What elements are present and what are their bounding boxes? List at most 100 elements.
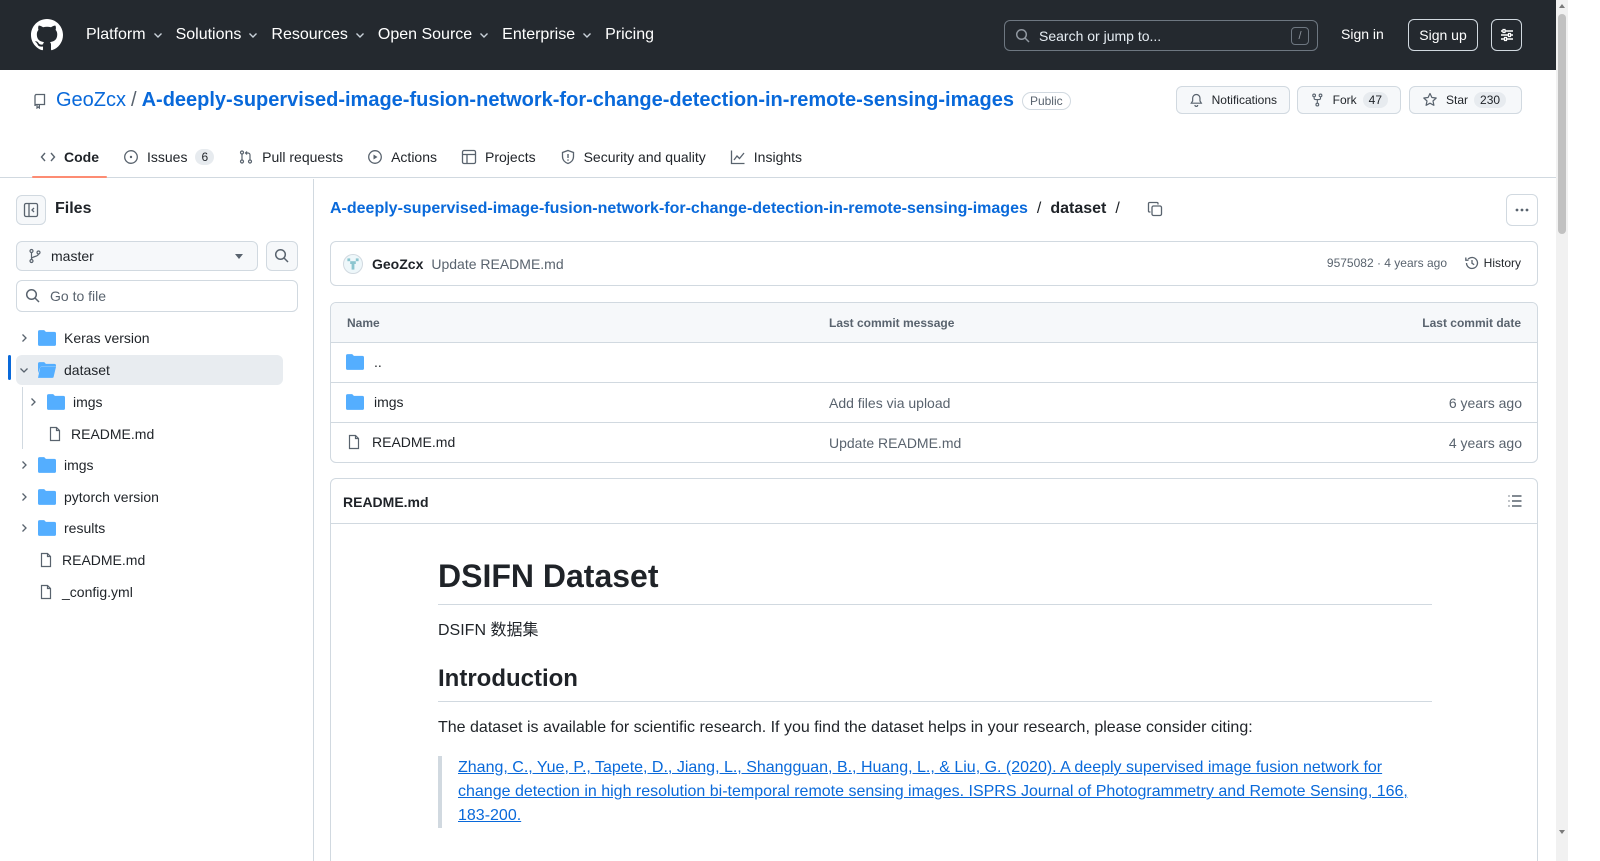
nav-label: Resources [271,26,348,43]
folder-icon [38,330,56,346]
tab-security[interactable]: Security and quality [552,136,714,178]
commit-hash-and-age[interactable]: 9575082 · 4 years ago [1327,256,1447,270]
github-logo-icon[interactable] [31,19,63,51]
row-name-link[interactable]: .. [374,354,382,370]
chevron-down-icon [249,33,258,38]
fork-button[interactable]: Fork 47 [1297,86,1401,114]
breadcrumb-repo-link[interactable]: A-deeply-supervised-image-fusion-network… [330,200,1028,218]
pull-request-icon [240,150,253,164]
tab-label: Actions [391,149,438,165]
search-files-button[interactable] [266,241,298,271]
commit-message-link[interactable]: Update README.md [431,256,563,272]
notifications-label: Notifications [1211,93,1277,107]
scrollbar-thumb[interactable] [1558,14,1566,234]
identicon-icon [347,257,359,270]
row-commit-message[interactable]: Add files via upload [829,395,950,411]
tab-label: Security and quality [583,149,706,165]
search-icon [274,248,289,263]
nav-platform[interactable]: Platform [86,26,164,44]
star-label: Star [1446,93,1469,107]
tab-label: Projects [485,149,536,165]
row-name-link[interactable]: imgs [374,394,404,410]
chevron-right-icon [22,524,27,532]
repo-owner-link[interactable]: GeoZcx [56,89,126,112]
bell-icon [1190,93,1203,107]
tree-item-label: _config.yml [62,584,133,600]
repo-name-link[interactable]: A-deeply-supervised-image-fusion-network… [142,89,1014,112]
global-search-input[interactable]: Search or jump to... / [1004,20,1318,51]
more-options-button[interactable] [1506,194,1538,226]
tree-item-readme[interactable]: README.md [38,545,283,575]
tree-item-results[interactable]: results [16,513,283,543]
tree-item-keras-version[interactable]: Keras version [16,323,283,353]
tree-item-dataset-readme[interactable]: README.md [47,419,283,449]
fork-count: 47 [1362,92,1388,108]
tree-item-config[interactable]: _config.yml [38,577,283,607]
collapse-sidebar-button[interactable] [16,195,46,225]
copy-path-icon[interactable] [1147,201,1163,217]
chevron-down-icon [355,33,364,38]
table-row[interactable]: imgs Add files via upload 6 years ago [331,383,1537,423]
tree-item-label: results [64,520,106,536]
readme-paragraph: DSIFN 数据集 [438,622,539,639]
row-commit-message[interactable]: Update README.md [829,435,961,451]
tab-label: Issues [147,149,188,165]
table-header: Name Last commit message Last commit dat… [331,303,1537,343]
avatar[interactable] [343,253,363,274]
tab-pull-requests[interactable]: Pull requests [230,136,351,178]
table-row-parent[interactable]: .. [331,343,1537,383]
outline-list-icon[interactable] [1507,493,1523,509]
tree-item-dataset[interactable]: dataset [16,355,283,385]
readme-content: DSIFN Dataset DSIFN 数据集 Introduction The… [438,539,1432,828]
tree-item-label: imgs [64,457,94,473]
row-name-link[interactable]: README.md [372,434,455,450]
nav-enterprise[interactable]: Enterprise [502,26,593,44]
nav-label: Pricing [605,26,654,43]
chevron-right-icon [22,461,27,469]
graph-icon [730,150,745,165]
nav-label: Enterprise [502,26,576,43]
sign-up-button[interactable]: Sign up [1408,19,1478,51]
history-label: History [1483,256,1521,270]
tree-item-imgs[interactable]: imgs [16,450,283,480]
tree-item-label: Keras version [64,330,150,346]
sign-in-link[interactable]: Sign in [1341,26,1384,42]
site-menu-button[interactable] [1491,19,1522,51]
branch-selector[interactable]: master [16,241,258,271]
nav-resources[interactable]: Resources [271,26,365,44]
global-header: Platform Solutions Resources Open Source… [0,0,1568,70]
scroll-down-arrow-icon[interactable] [1559,830,1565,834]
tab-label: Pull requests [262,149,344,165]
commit-author-link[interactable]: GeoZcx [372,256,423,272]
visibility-badge: Public [1021,91,1071,110]
file-icon [348,434,360,450]
notifications-button[interactable]: Notifications [1176,86,1290,114]
file-icon [40,584,52,600]
citation-link[interactable]: Zhang, C., Yue, P., Tapete, D., Jiang, L… [458,759,1408,824]
nav-solutions[interactable]: Solutions [176,26,260,44]
fork-label: Fork [1332,93,1357,107]
tab-insights[interactable]: Insights [722,136,810,178]
tab-code[interactable]: Code [32,136,107,178]
history-button[interactable]: History [1464,255,1521,271]
star-button[interactable]: Star 230 [1409,86,1522,114]
tree-item-pytorch-version[interactable]: pytorch version [16,482,283,512]
tab-label: Code [64,149,99,165]
tab-projects[interactable]: Projects [453,136,544,178]
file-icon [49,426,61,442]
table-icon [461,149,477,165]
selected-item-indicator [8,355,11,380]
tab-actions[interactable]: Actions [359,136,445,178]
go-to-file-input[interactable]: Go to file [16,280,298,312]
nav-label: Solutions [175,26,242,43]
scroll-up-arrow-icon[interactable] [1559,4,1565,8]
nav-open-source[interactable]: Open Source [378,26,490,44]
page-scrollbar[interactable] [1556,0,1568,861]
nav-pricing[interactable]: Pricing [605,26,654,44]
folder-icon [38,489,56,505]
tree-item-dataset-imgs[interactable]: imgs [25,387,283,417]
table-row[interactable]: README.md Update README.md 4 years ago [331,423,1537,462]
tab-issues[interactable]: Issues 6 [115,136,222,178]
folder-open-icon [38,362,56,378]
sidebar-collapse-icon [23,202,39,218]
